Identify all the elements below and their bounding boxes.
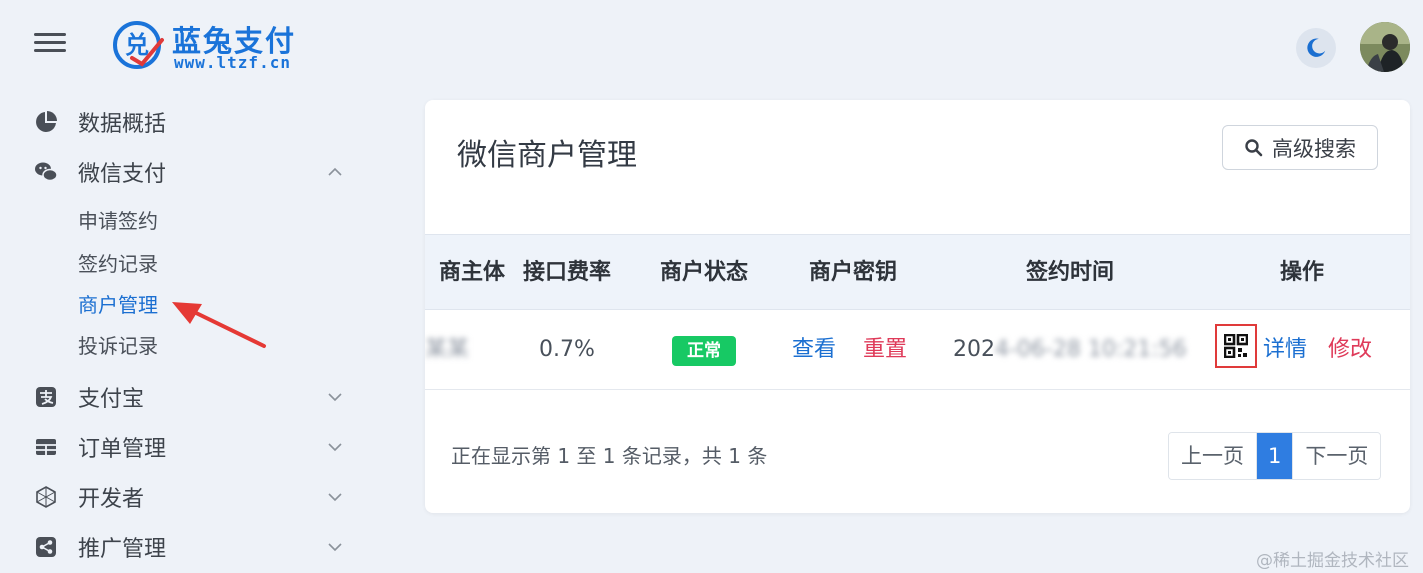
chevron-down-icon <box>328 543 342 552</box>
sidebar-item-wechat-pay[interactable]: 微信支付 <box>34 155 344 189</box>
wechat-icon <box>34 160 58 184</box>
search-icon <box>1245 138 1263 156</box>
table-icon <box>34 435 58 459</box>
table-row: 某某 0.7% 正常 查看 重置 2024-06-28 10:21:56 详情 … <box>425 310 1410 390</box>
column-header-merchant-key[interactable]: 商户密钥 <box>809 235 897 311</box>
reset-key-link[interactable]: 重置 <box>863 310 907 390</box>
moon-icon <box>1307 38 1326 57</box>
menu-bar-line <box>34 33 66 36</box>
brand-url: www.ltzf.cn <box>174 53 291 72</box>
sidebar-subitem-apply-signing[interactable]: 申请签约 <box>78 205 158 234</box>
watermark: @稀土掘金技术社区 <box>1256 551 1409 571</box>
menu-bar-line <box>34 49 66 52</box>
cell-subject: 某某 <box>425 337 470 362</box>
sign-time-year: 202 <box>953 337 995 362</box>
pie-chart-icon <box>34 110 58 134</box>
developer-icon <box>34 485 58 509</box>
sidebar-item-label: 推广管理 <box>78 537 167 562</box>
sidebar-item-promotion[interactable]: 推广管理 <box>34 530 344 564</box>
merchant-management-card: 微信商户管理 高级搜索 商主体 接口费率 商户状态 商户密钥 签约时间 操作 某… <box>425 100 1410 513</box>
chevron-down-icon <box>328 443 342 452</box>
brand-mark-icon: 兑 <box>113 21 164 69</box>
annotation-arrow <box>172 302 266 348</box>
chevron-down-icon <box>328 393 342 402</box>
share-icon <box>34 535 58 559</box>
table-header: 商主体 接口费率 商户状态 商户密钥 签约时间 操作 <box>425 234 1410 310</box>
sidebar-subitem-signing-records[interactable]: 签约记录 <box>78 248 158 277</box>
prev-page-button[interactable]: 上一页 <box>1169 433 1256 479</box>
cell-sign-time: 2024-06-28 10:21:56 <box>953 310 1187 390</box>
dark-mode-toggle[interactable] <box>1296 28 1336 68</box>
chevron-down-icon <box>328 493 342 502</box>
sidebar-subitem-merchant-management[interactable]: 商户管理 <box>78 289 158 318</box>
pagination: 上一页 1 下一页 <box>1168 432 1382 480</box>
sign-time-blurred: 4-06-28 10:21:56 <box>995 337 1187 362</box>
view-key-link[interactable]: 查看 <box>792 310 836 390</box>
sidebar-subitem-complaint-records[interactable]: 投诉记录 <box>78 330 158 359</box>
column-header-fee-rate[interactable]: 接口费率 <box>523 235 611 311</box>
column-header-subject[interactable]: 商主体 <box>439 235 505 311</box>
cell-fee-rate: 0.7% <box>539 337 595 362</box>
sidebar-item-label: 微信支付 <box>78 162 167 187</box>
column-header-status[interactable]: 商户状态 <box>660 235 748 311</box>
avatar-image <box>1360 22 1410 72</box>
sidebar-item-label: 支付宝 <box>78 387 145 412</box>
chevron-up-icon <box>328 167 342 176</box>
svg-text:兑: 兑 <box>125 31 149 59</box>
sidebar-item-label: 开发者 <box>78 487 145 512</box>
sidebar-item-orders[interactable]: 订单管理 <box>34 430 344 464</box>
next-page-button[interactable]: 下一页 <box>1292 433 1381 479</box>
qr-code-button[interactable] <box>1215 324 1257 368</box>
user-avatar[interactable] <box>1360 22 1410 72</box>
status-badge: 正常 <box>672 336 736 366</box>
advanced-search-button[interactable]: 高级搜索 <box>1222 125 1378 170</box>
sidebar-item-label: 数据概括 <box>78 112 167 137</box>
advanced-search-label: 高级搜索 <box>1272 136 1356 161</box>
detail-link[interactable]: 详情 <box>1263 310 1307 390</box>
sidebar-item-developer[interactable]: 开发者 <box>34 480 344 514</box>
qr-code-icon <box>1224 334 1248 358</box>
menu-bar-line <box>34 41 66 44</box>
page-1-button[interactable]: 1 <box>1256 433 1293 479</box>
sidebar-item-alipay[interactable]: 支付宝 <box>34 380 344 414</box>
column-header-actions[interactable]: 操作 <box>1280 235 1324 311</box>
menu-toggle-button[interactable] <box>34 33 66 53</box>
sidebar-item-dashboard[interactable]: 数据概括 <box>34 105 344 139</box>
sidebar-item-label: 订单管理 <box>78 437 167 462</box>
records-info: 正在显示第 1 至 1 条记录，共 1 条 <box>451 444 768 468</box>
column-header-sign-time[interactable]: 签约时间 <box>1026 235 1114 311</box>
alipay-icon <box>34 385 58 409</box>
page-title: 微信商户管理 <box>457 138 637 173</box>
edit-link[interactable]: 修改 <box>1328 310 1372 390</box>
